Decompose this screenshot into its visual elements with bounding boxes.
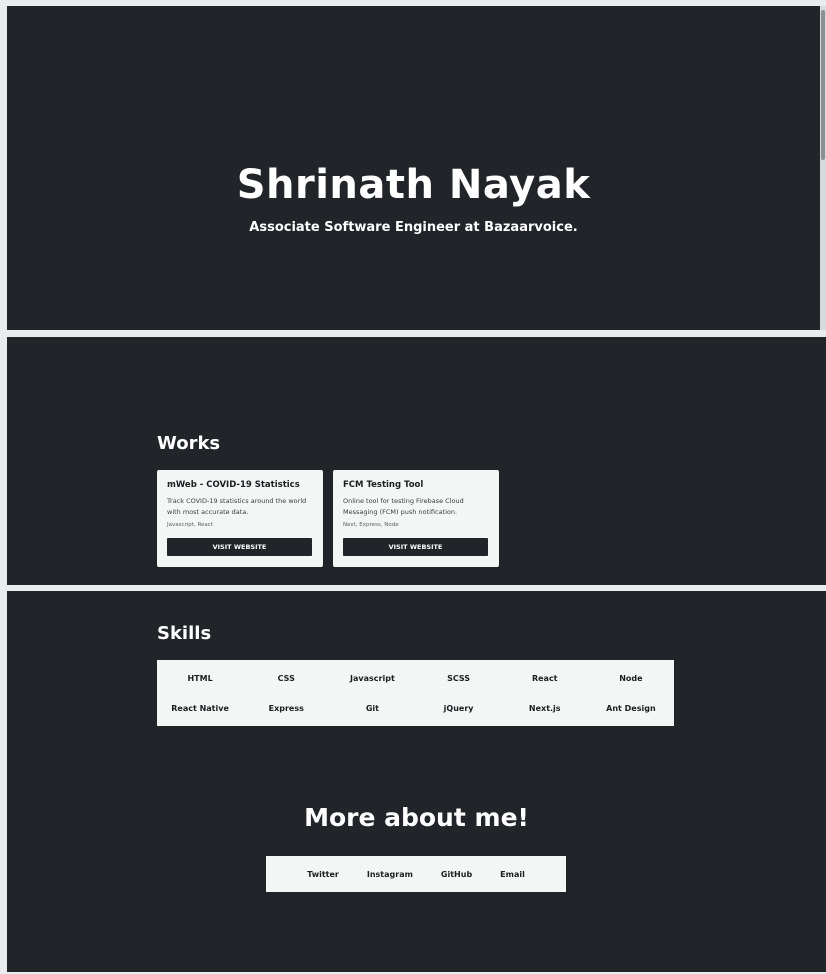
work-card-title: mWeb - COVID-19 Statistics bbox=[167, 480, 300, 490]
more-about-heading: More about me! bbox=[304, 803, 529, 832]
skill-item: Git bbox=[365, 703, 379, 713]
scrollbar-thumb[interactable] bbox=[821, 10, 825, 160]
skill-item: Node bbox=[619, 673, 643, 683]
hero-section: Shrinath Nayak Associate Software Engine… bbox=[7, 6, 820, 330]
instagram-link[interactable]: Instagram bbox=[353, 870, 427, 879]
works-heading: Works bbox=[157, 433, 221, 454]
github-link[interactable]: GitHub bbox=[427, 870, 486, 879]
hero-name: Shrinath Nayak bbox=[236, 162, 591, 208]
work-card-tech: Next, Express, Node bbox=[343, 522, 399, 528]
social-links: Twitter Instagram GitHub Email bbox=[266, 856, 566, 892]
email-link[interactable]: Email bbox=[486, 870, 539, 879]
work-card-title: FCM Testing Tool bbox=[343, 480, 424, 490]
work-card-tech: Javascript, React bbox=[167, 522, 213, 528]
hero-subtitle: Associate Software Engineer at Bazaarvoi… bbox=[249, 220, 578, 235]
skills-heading: Skills bbox=[157, 623, 212, 644]
skill-item: CSS bbox=[277, 673, 295, 683]
skill-item: jQuery bbox=[443, 703, 474, 713]
work-card-description: Track COVID-19 statistics around the wor… bbox=[167, 497, 307, 516]
works-section: Works mWeb - COVID-19 Statistics Track C… bbox=[7, 337, 826, 585]
skill-item: SCSS bbox=[447, 673, 471, 683]
skill-item: Express bbox=[268, 703, 304, 713]
skill-item: Ant Design bbox=[606, 703, 656, 713]
skill-item: React Native bbox=[171, 703, 229, 713]
twitter-link[interactable]: Twitter bbox=[293, 870, 353, 879]
skill-item: React bbox=[531, 673, 558, 683]
skill-item: HTML bbox=[187, 673, 213, 683]
skills-and-about-section: Skills HTML CSS Javascript SCSS React No… bbox=[7, 591, 826, 972]
skills-grid: HTML CSS Javascript SCSS React Node Reac… bbox=[157, 660, 674, 726]
page-scrollbar[interactable] bbox=[820, 6, 826, 330]
work-card-description: Online tool for testing Firebase Cloud M… bbox=[343, 497, 464, 516]
visit-website-button[interactable]: VISIT WEBSITE bbox=[343, 538, 488, 556]
visit-website-button[interactable]: VISIT WEBSITE bbox=[167, 538, 312, 556]
work-card: mWeb - COVID-19 Statistics Track COVID-1… bbox=[157, 470, 323, 567]
skill-item: Javascript bbox=[350, 673, 395, 683]
skill-item: Next.js bbox=[528, 703, 561, 713]
work-card: FCM Testing Tool Online tool for testing… bbox=[333, 470, 499, 567]
